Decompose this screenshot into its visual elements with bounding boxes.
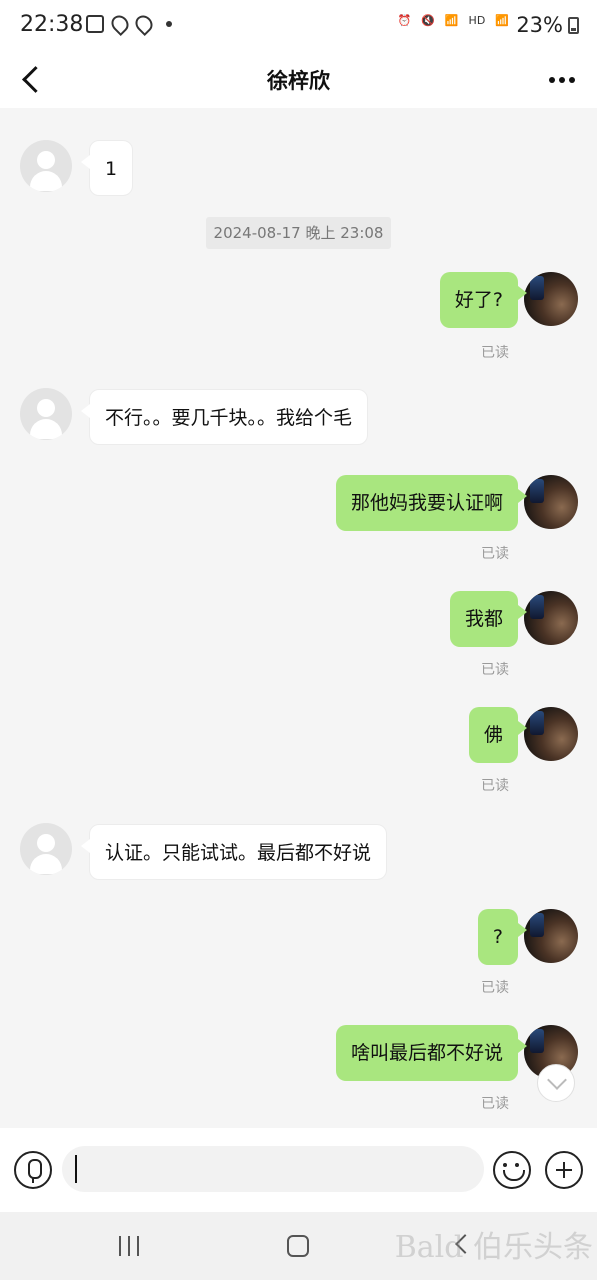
voice-input-button[interactable] [14, 1151, 52, 1189]
message-bubble-outgoing[interactable]: 啥叫最后都不好说 [335, 1025, 528, 1081]
message-bubble-incoming[interactable]: 认证。只能试试。最后都不好说 [80, 824, 388, 880]
attach-plus-button[interactable] [545, 1151, 583, 1189]
emoji-button[interactable] [493, 1151, 531, 1189]
location-icon-2 [131, 11, 157, 37]
battery-icon [568, 17, 579, 34]
self-avatar[interactable] [524, 475, 578, 529]
alarm-icon: ⏰ [397, 14, 412, 27]
more-options-icon[interactable] [547, 66, 577, 94]
wifi-icon: 📶 [444, 14, 459, 27]
read-status: 已读 [481, 662, 509, 678]
message-bubble-incoming[interactable]: 1 [80, 140, 134, 196]
text-caret [75, 1155, 77, 1183]
timestamp-divider: 2024-08-17 晚上 23:08 [206, 217, 391, 249]
self-avatar[interactable] [524, 909, 578, 963]
location-icon [107, 11, 133, 37]
message-bubble-outgoing[interactable]: 那他妈我要认证啊 [335, 475, 528, 531]
gallery-icon [86, 15, 104, 33]
contact-avatar[interactable] [20, 140, 72, 192]
message-bubble-outgoing[interactable]: 好了? [439, 272, 528, 328]
signal-icon: 📶 [495, 14, 509, 27]
contact-avatar[interactable] [20, 823, 72, 875]
hd-label: HD [468, 14, 486, 27]
status-time: 22:38 [20, 12, 84, 37]
more-notifications-icon [166, 21, 172, 27]
message-bubble-outgoing[interactable]: 佛 [468, 707, 528, 763]
read-status: 已读 [481, 980, 509, 996]
home-icon[interactable] [287, 1235, 309, 1257]
watermark: Bald 伯乐头条 [394, 1230, 593, 1265]
scroll-to-bottom-icon[interactable] [537, 1064, 575, 1102]
message-bubble-outgoing[interactable]: ? [477, 909, 528, 965]
message-input[interactable] [62, 1146, 484, 1192]
composer-bar [0, 1128, 597, 1212]
system-nav-bar: Bald 伯乐头条 [0, 1212, 597, 1280]
battery-percent: 23% [516, 13, 563, 37]
read-status: 已读 [481, 345, 509, 361]
read-status: 已读 [481, 778, 509, 794]
contact-avatar[interactable] [20, 388, 72, 440]
message-bubble-outgoing[interactable]: 我都 [449, 591, 528, 647]
read-status: 已读 [481, 1096, 509, 1112]
system-icons: ⏰ 🔇 📶 HD 📶 [397, 14, 509, 27]
self-avatar[interactable] [524, 591, 578, 645]
mute-icon: 🔇 [421, 14, 435, 27]
read-status: 已读 [481, 546, 509, 562]
chat-thread[interactable]: 1 2024-08-17 晚上 23:08 好了? 已读 不行。。要几千块。。我… [0, 108, 597, 1128]
chat-header: 徐梓欣 [0, 52, 597, 108]
contact-name: 徐梓欣 [267, 69, 330, 93]
recents-icon[interactable] [119, 1236, 139, 1256]
message-bubble-incoming[interactable]: 不行。。要几千块。。我给个毛 [80, 389, 369, 445]
notification-icons [86, 11, 172, 37]
self-avatar[interactable] [524, 272, 578, 326]
status-bar: 22:38 ⏰ 🔇 📶 HD 📶 23% [0, 0, 597, 52]
self-avatar[interactable] [524, 707, 578, 761]
